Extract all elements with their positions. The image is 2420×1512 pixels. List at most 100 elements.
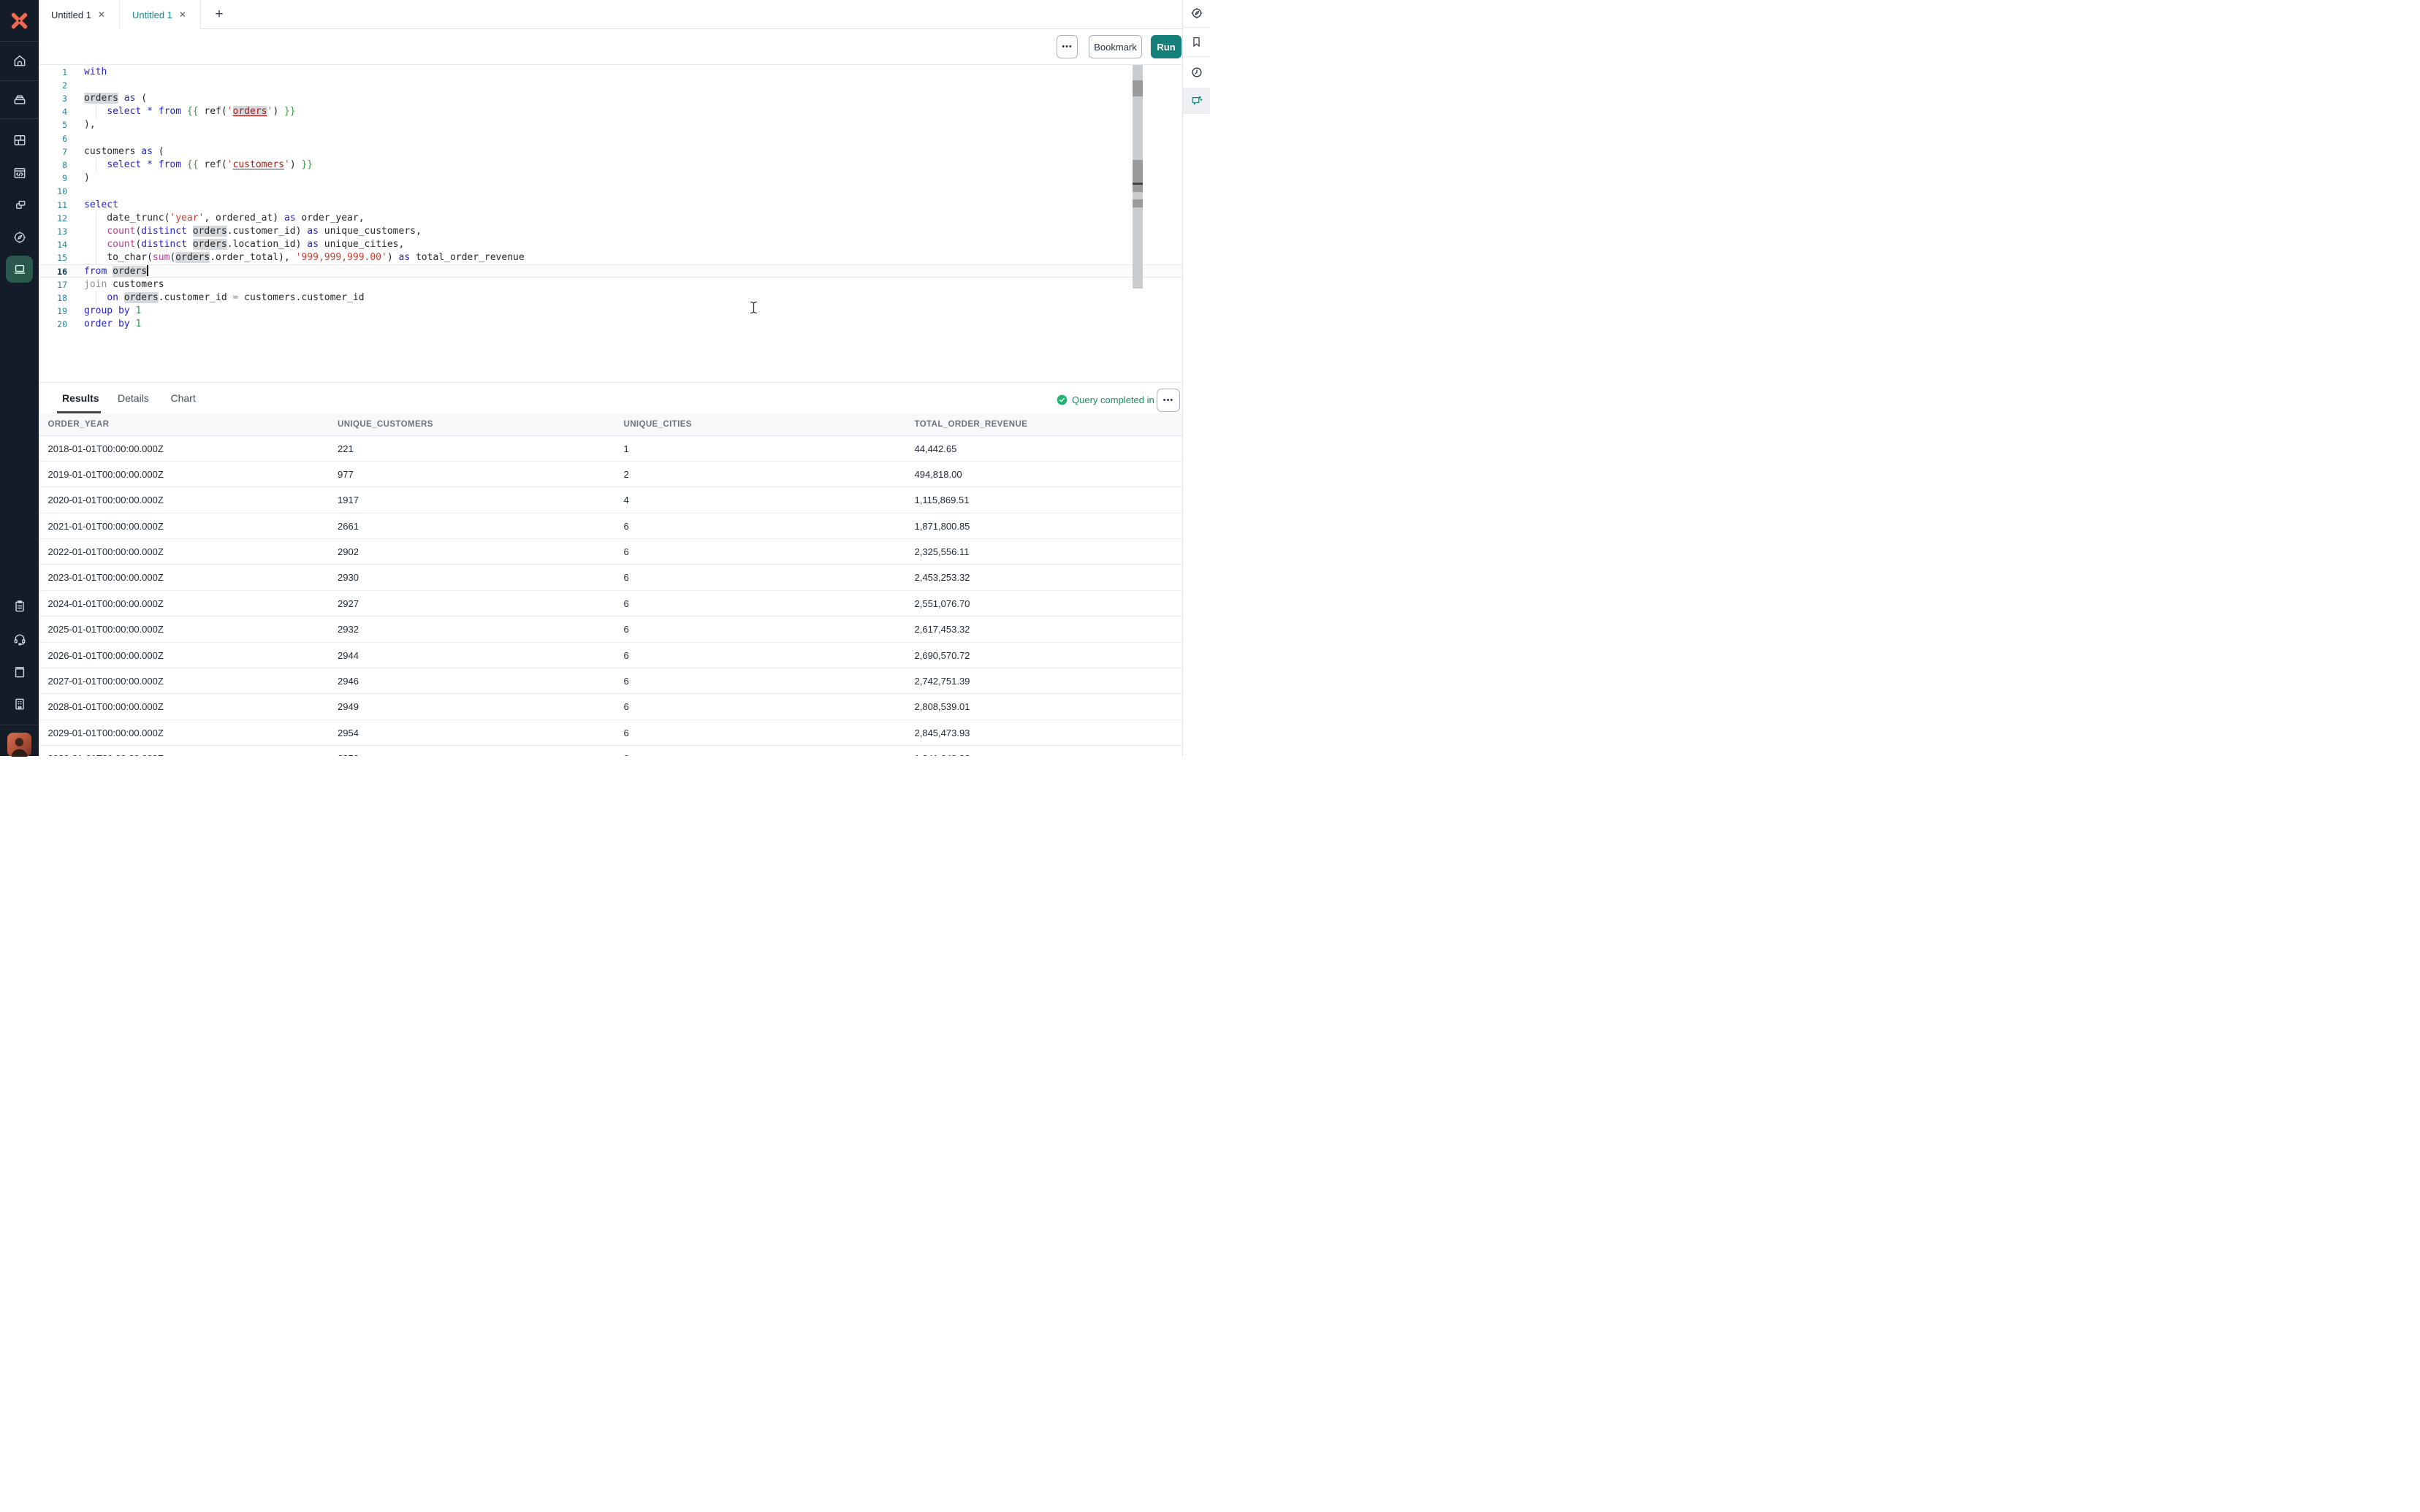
line-number: 6 [39, 132, 67, 145]
table-row[interactable]: 2018-01-01T00:00:00.000Z221144,442.65 [39, 436, 1182, 462]
sidebar-item-changelog[interactable] [0, 592, 39, 621]
editor-scrollbar[interactable] [1133, 65, 1143, 289]
code-line[interactable]: 15 to_char(sum(orders.order_total), '999… [39, 251, 1182, 264]
sidebar-item-apps[interactable] [0, 191, 39, 220]
sidebar-item-archive[interactable] [0, 85, 39, 114]
tab-bar: Untitled 1 ✕ Untitled 1 ✕ + [39, 0, 1182, 29]
code-line[interactable]: 14 count(distinct orders.location_id) as… [39, 238, 1182, 251]
code-line[interactable]: 8 select * from {{ ref('customers') }} [39, 159, 1182, 172]
code-line[interactable]: 12 date_trunc('year', ordered_at) as ord… [39, 212, 1182, 225]
table-cell: 2028-01-01T00:00:00.000Z [48, 694, 164, 719]
panel-item-bookmarks[interactable] [1183, 28, 1210, 57]
hex-logo[interactable] [0, 0, 39, 41]
table-cell: 2879 [338, 746, 359, 756]
table-row[interactable]: 2024-01-01T00:00:00.000Z292762,551,076.7… [39, 591, 1182, 616]
code-line[interactable]: 2 [39, 79, 1182, 92]
code-line[interactable]: 10 [39, 185, 1182, 198]
code-line[interactable]: 16from orders [39, 264, 1182, 278]
line-number: 16 [39, 265, 67, 278]
table-row[interactable]: 2021-01-01T00:00:00.000Z266161,871,800.8… [39, 513, 1182, 539]
tab-label: Untitled 1 [51, 9, 91, 20]
tab-untitled-2[interactable]: Untitled 1 ✕ [120, 0, 201, 29]
table-cell: 2024-01-01T00:00:00.000Z [48, 591, 164, 616]
table-row[interactable]: 2030-01-01T00:00:00.000Z287961,841,049.3… [39, 746, 1182, 756]
sidebar-divider [0, 80, 39, 81]
panel-item-history[interactable] [1183, 57, 1210, 89]
table-row[interactable]: 2019-01-01T00:00:00.000Z9772494,818.00 [39, 462, 1182, 487]
code-line[interactable]: 4 select * from {{ ref('orders') }} [39, 105, 1182, 118]
tab-untitled-1[interactable]: Untitled 1 ✕ [39, 0, 120, 29]
left-sidebar [0, 0, 39, 756]
table-cell: 6 [624, 694, 629, 719]
close-icon[interactable]: ✕ [98, 10, 105, 19]
tab-label: Untitled 1 [132, 9, 172, 20]
results-panel: Results Details Chart Query completed in… [39, 382, 1182, 756]
code-line[interactable]: 6 [39, 132, 1182, 145]
table-cell: 221 [338, 436, 354, 462]
scrollbar-thumb[interactable] [1133, 160, 1143, 183]
code-line[interactable]: 13 count(distinct orders.customer_id) as… [39, 225, 1182, 238]
panel-item-ai-chat-active[interactable] [1183, 88, 1210, 114]
code-line[interactable]: 9) [39, 172, 1182, 185]
line-number: 15 [39, 251, 67, 264]
table-row[interactable]: 2028-01-01T00:00:00.000Z294962,808,539.0… [39, 694, 1182, 719]
table-row[interactable]: 2023-01-01T00:00:00.000Z293062,453,253.3… [39, 565, 1182, 590]
code-line[interactable]: 3orders as ( [39, 92, 1182, 105]
table-row[interactable]: 2026-01-01T00:00:00.000Z294462,690,570.7… [39, 643, 1182, 668]
run-button[interactable]: Run [1151, 35, 1182, 58]
table-row[interactable]: 2020-01-01T00:00:00.000Z191741,115,869.5… [39, 487, 1182, 513]
sidebar-item-organization[interactable] [0, 690, 39, 719]
new-tab-button[interactable]: + [208, 0, 230, 29]
table-cell: 2946 [338, 668, 359, 694]
table-row[interactable]: 2027-01-01T00:00:00.000Z294662,742,751.3… [39, 668, 1182, 694]
user-avatar[interactable] [7, 733, 31, 757]
table-cell: 6 [624, 513, 629, 539]
bookmark-button[interactable]: Bookmark [1089, 35, 1142, 58]
tab-chart[interactable]: Chart [171, 383, 196, 413]
code-line[interactable]: 19group by 1 [39, 305, 1182, 318]
table-row[interactable]: 2022-01-01T00:00:00.000Z290262,325,556.1… [39, 539, 1182, 565]
line-number: 19 [39, 305, 67, 318]
panel-item-explore[interactable] [1183, 0, 1210, 28]
table-cell: 4 [624, 487, 629, 513]
sidebar-item-explore[interactable] [0, 223, 39, 252]
close-icon[interactable]: ✕ [179, 10, 186, 19]
table-body: 2018-01-01T00:00:00.000Z221144,442.65201… [39, 436, 1182, 757]
results-more-button[interactable]: ••• [1157, 389, 1180, 412]
code-line[interactable]: 17join customers [39, 278, 1182, 291]
sidebar-item-compute-active[interactable] [6, 256, 33, 283]
code-line[interactable]: 20order by 1 [39, 318, 1182, 331]
building-icon [12, 697, 27, 711]
column-header[interactable]: ORDER_YEAR [48, 413, 110, 436]
sidebar-item-code[interactable] [0, 159, 39, 188]
sidebar-item-support[interactable] [0, 625, 39, 654]
code-line[interactable]: 1with [39, 66, 1182, 79]
scrollbar-thumb[interactable] [1133, 80, 1143, 96]
code-line[interactable]: 7customers as ( [39, 145, 1182, 159]
column-header[interactable]: UNIQUE_CUSTOMERS [338, 413, 433, 436]
tab-results[interactable]: Results [62, 383, 99, 413]
code-line[interactable]: 11select [39, 199, 1182, 212]
query-status: Query completed in 4s [1072, 394, 1167, 405]
table-row[interactable]: 2029-01-01T00:00:00.000Z295462,845,473.9… [39, 720, 1182, 746]
column-header[interactable]: TOTAL_ORDER_REVENUE [915, 413, 1028, 436]
sql-editor[interactable]: 1with23orders as (4 select * from {{ ref… [39, 65, 1182, 382]
table-row[interactable]: 2025-01-01T00:00:00.000Z293262,617,453.3… [39, 616, 1182, 642]
compass-icon [1190, 7, 1203, 20]
sidebar-divider [0, 118, 39, 119]
code-line[interactable]: 18 on orders.customer_id = customers.cus… [39, 291, 1182, 305]
sidebar-item-home[interactable] [0, 46, 39, 75]
line-number: 7 [39, 145, 67, 159]
tab-details[interactable]: Details [118, 383, 149, 413]
more-options-button[interactable]: ••• [1057, 35, 1078, 58]
table-cell: 2,808,539.01 [915, 694, 970, 719]
code-line[interactable]: 5), [39, 118, 1182, 131]
column-header[interactable]: UNIQUE_CITIES [624, 413, 692, 436]
code-window-icon [12, 166, 27, 180]
table-cell: 6 [624, 746, 629, 756]
table-cell: 6 [624, 668, 629, 694]
line-number: 17 [39, 278, 67, 291]
table-cell: 2,690,570.72 [915, 643, 970, 668]
sidebar-item-docs[interactable] [0, 657, 39, 687]
sidebar-item-layout[interactable] [0, 126, 39, 155]
